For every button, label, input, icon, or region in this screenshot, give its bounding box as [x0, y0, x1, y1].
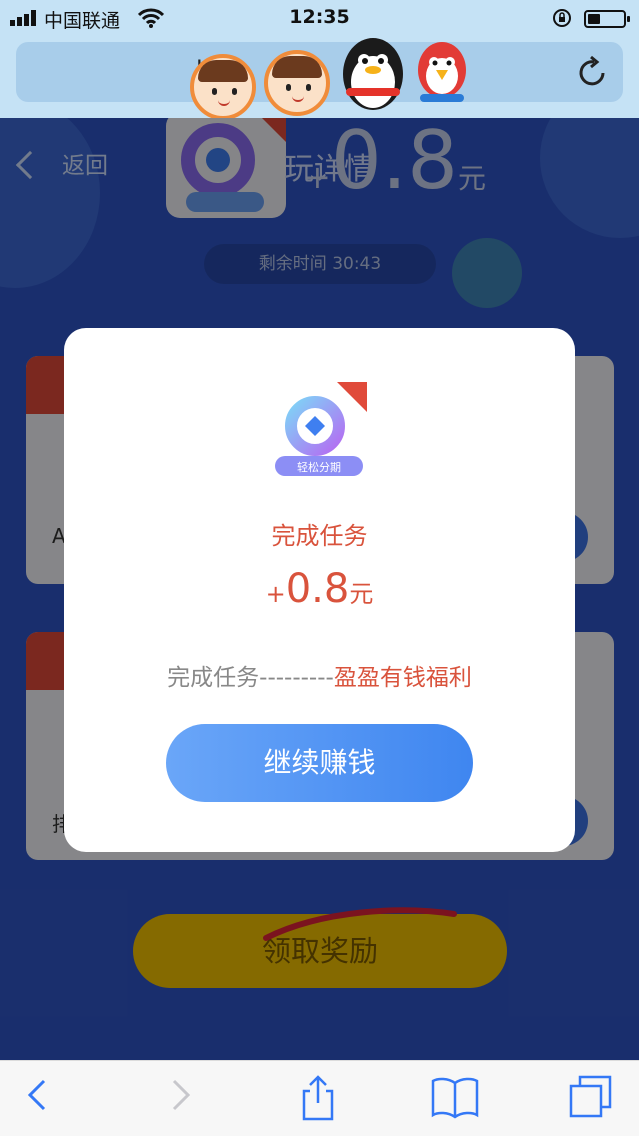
bookmarks-icon[interactable] [430, 1075, 480, 1119]
app-logo-icon: 轻松分期 [275, 382, 367, 476]
back-arrow-icon[interactable] [24, 1075, 52, 1115]
modal-reward-value: 0.8 [285, 566, 350, 612]
tabs-icon[interactable] [568, 1075, 614, 1119]
boy-face-sticker [264, 50, 330, 116]
status-bar: 中国联通 12:35 [0, 0, 639, 36]
clock: 12:35 [289, 6, 350, 28]
reload-icon[interactable] [577, 55, 609, 89]
browser-header: 中国联通 12:35 l ia [0, 0, 639, 120]
parrot-sticker [418, 42, 466, 102]
share-icon[interactable] [298, 1075, 338, 1123]
modal-task-prefix: 完成任务--------- [167, 665, 334, 691]
forward-arrow-icon[interactable] [166, 1075, 194, 1115]
boy-face-sticker [190, 54, 256, 120]
modal-reward-amount: +0.8元 [64, 566, 575, 612]
sticker-overlay [190, 36, 490, 126]
task-complete-modal: 轻松分期 完成任务 +0.8元 完成任务---------盈盈有钱福利 继续赚钱 [64, 328, 575, 852]
modal-task-line: 完成任务---------盈盈有钱福利 [64, 658, 575, 692]
penguin-sticker [343, 38, 403, 110]
modal-task-name: 盈盈有钱福利 [333, 665, 472, 691]
browser-toolbar [0, 1060, 639, 1136]
rotation-lock-icon [553, 9, 571, 27]
battery-icon [584, 10, 630, 28]
modal-reward-plus: + [265, 580, 286, 608]
svg-text:轻松分期: 轻松分期 [297, 460, 341, 474]
modal-reward-unit: 元 [349, 580, 374, 608]
continue-earning-button[interactable]: 继续赚钱 [166, 724, 473, 802]
modal-title: 完成任务 [271, 522, 368, 550]
